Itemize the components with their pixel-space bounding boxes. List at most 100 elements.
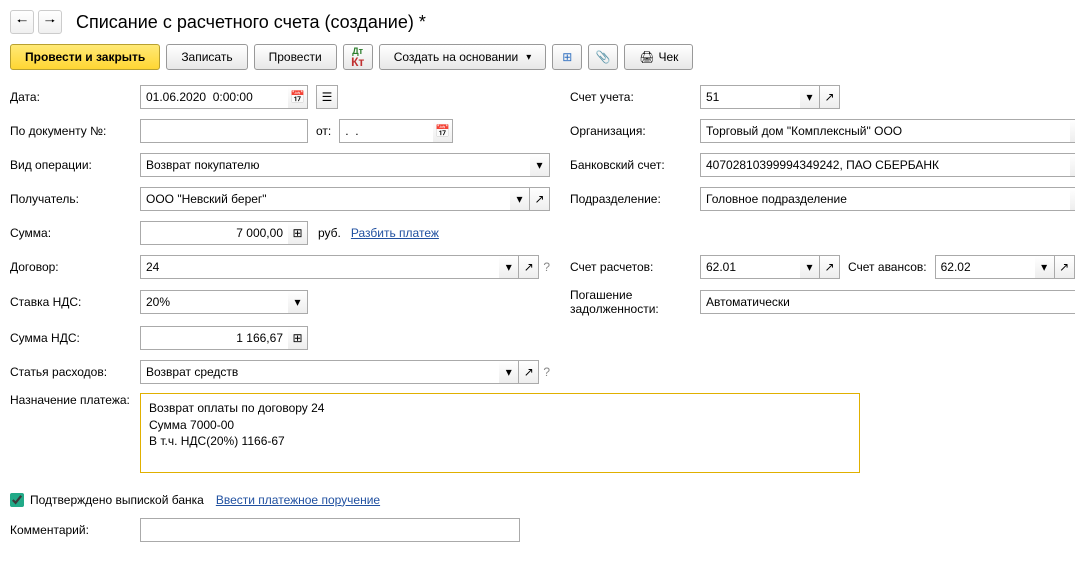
expense-item-open-button[interactable]: ↗ [519,360,539,384]
doc-no-label: По документу №: [10,124,140,138]
paperclip-icon: 📎 [596,50,611,64]
expense-item-dropdown-button[interactable]: ▾ [499,360,519,384]
list-button[interactable]: ☰ [316,85,338,109]
structure-button[interactable]: ⊞ [552,44,582,70]
purpose-line: Возврат оплаты по договору 24 [149,400,851,417]
split-payment-link[interactable]: Разбить платеж [351,226,439,240]
vat-amount-input[interactable] [140,326,288,350]
from-label: от: [316,124,331,138]
organization-dropdown-button[interactable]: ▾ [1070,119,1075,143]
recipient-dropdown-button[interactable]: ▾ [510,187,530,211]
op-type-label: Вид операции: [10,158,140,172]
adv-account-label: Счет авансов: [848,260,927,274]
division-input[interactable] [700,187,1070,211]
doc-from-input[interactable] [339,119,433,143]
open-icon: ↗ [534,192,544,206]
purpose-label: Назначение платежа: [10,393,140,409]
chevron-down-icon: ▾ [294,295,300,309]
dt-kt-icon: ДтКт [351,47,364,68]
vat-amount-calc-button[interactable]: ⊞ [288,326,308,350]
amount-calc-button[interactable]: ⊞ [288,221,308,245]
calendar-icon: 📅 [435,124,450,138]
bank-account-label: Банковский счет: [570,158,700,172]
account-input[interactable] [700,85,800,109]
calendar-button[interactable]: 📅 [288,85,308,109]
calendar-icon: 📅 [290,90,305,104]
organization-input[interactable] [700,119,1070,143]
debt-repay-label: Погашение задолженности: [570,288,700,317]
sett-account-dropdown-button[interactable]: ▾ [800,255,820,279]
expense-item-input[interactable] [140,360,499,384]
organization-label: Организация: [570,124,700,138]
sett-account-open-button[interactable]: ↗ [820,255,840,279]
tree-icon: ⊞ [562,50,572,64]
division-dropdown-button[interactable]: ▾ [1070,187,1075,211]
back-button[interactable]: 🠐 [10,10,34,34]
open-icon: ↗ [1059,260,1069,274]
adv-account-dropdown-button[interactable]: ▾ [1035,255,1055,279]
amount-label: Сумма: [10,226,140,240]
post-and-close-button[interactable]: Провести и закрыть [10,44,160,70]
attach-button[interactable]: 📎 [588,44,618,70]
printer-icon: 🖨 [639,50,654,64]
enter-payment-order-link[interactable]: Ввести платежное поручение [216,493,380,507]
chevron-down-icon: ▾ [806,90,812,104]
open-icon: ↗ [824,260,834,274]
purpose-line: В т.ч. НДС(20%) 1166-67 [149,433,851,450]
contract-help[interactable]: ? [543,260,550,274]
chevron-down-icon: ▾ [806,260,812,274]
vat-rate-input[interactable] [140,290,288,314]
adv-account-input[interactable] [935,255,1035,279]
post-button[interactable]: Провести [254,44,337,70]
calculator-icon: ⊞ [292,226,302,240]
confirmed-checkbox[interactable] [10,493,24,507]
account-dropdown-button[interactable]: ▾ [800,85,820,109]
sett-account-label: Счет расчетов: [570,260,700,274]
confirmed-label: Подтверждено выпиской банка [30,493,204,507]
purpose-line: Сумма 7000-00 [149,417,851,434]
contract-label: Договор: [10,260,140,274]
open-icon: ↗ [524,365,534,379]
open-icon: ↗ [524,260,534,274]
recipient-label: Получатель: [10,192,140,206]
doc-from-calendar-button[interactable]: 📅 [433,119,453,143]
forward-button[interactable]: 🠒 [38,10,62,34]
create-based-on-button[interactable]: Создать на основании [379,44,547,70]
dt-kt-button[interactable]: ДтКт [343,44,373,70]
arrow-left-icon: 🠐 [17,12,28,33]
vat-amount-label: Сумма НДС: [10,331,140,345]
chevron-down-icon: ▾ [536,158,542,172]
chevron-down-icon: ▾ [516,192,522,206]
expense-item-label: Статья расходов: [10,365,140,379]
recipient-input[interactable] [140,187,510,211]
bank-account-dropdown-button[interactable]: ▾ [1070,153,1075,177]
op-type-input[interactable] [140,153,530,177]
date-label: Дата: [10,90,140,104]
calculator-icon: ⊞ [292,331,302,345]
contract-open-button[interactable]: ↗ [519,255,539,279]
vat-rate-dropdown-button[interactable]: ▾ [288,290,308,314]
adv-account-open-button[interactable]: ↗ [1055,255,1075,279]
account-label: Счет учета: [570,90,700,104]
currency-label: руб. [318,226,341,240]
vat-rate-label: Ставка НДС: [10,295,140,309]
list-icon: ☰ [322,90,333,104]
debt-repay-input[interactable] [700,290,1075,314]
sett-account-input[interactable] [700,255,800,279]
contract-input[interactable] [140,255,499,279]
account-open-button[interactable]: ↗ [820,85,840,109]
write-button[interactable]: Записать [166,44,247,70]
amount-input[interactable] [140,221,288,245]
recipient-open-button[interactable]: ↗ [530,187,550,211]
bank-account-input[interactable] [700,153,1070,177]
date-input[interactable] [140,85,288,109]
page-title: Списание с расчетного счета (создание) * [76,12,426,33]
check-button[interactable]: 🖨 Чек [624,44,693,70]
expense-item-help[interactable]: ? [543,365,550,379]
comment-input[interactable] [140,518,520,542]
arrow-right-icon: 🠒 [45,12,56,33]
purpose-textarea[interactable]: Возврат оплаты по договору 24 Сумма 7000… [140,393,860,473]
op-type-dropdown-button[interactable]: ▾ [530,153,550,177]
doc-no-input[interactable] [140,119,308,143]
contract-dropdown-button[interactable]: ▾ [499,255,519,279]
